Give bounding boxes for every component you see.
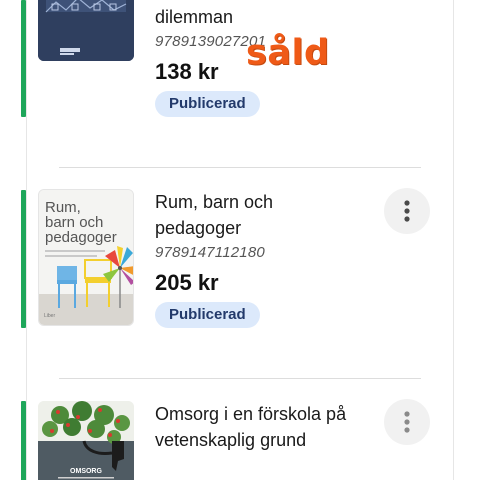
listings-page: dilemman 9789139027201 138 kr Publicerad… [0, 0, 480, 480]
more-options-button[interactable] [384, 188, 430, 234]
listing-title[interactable]: Rum, barn och pedagoger [155, 189, 360, 241]
book-cover-image: Rum, barn och pedagoger Liber [38, 189, 134, 326]
status-badge: Publicerad [155, 91, 260, 117]
listing-divider [59, 378, 421, 379]
cover-title-line-3: pedagoger [45, 229, 117, 246]
book-cover-art: Rum, barn och pedagoger Liber [39, 190, 133, 325]
book-cover-image [38, 0, 134, 61]
svg-text:Liber: Liber [44, 313, 55, 319]
listing-price: 205 kr [155, 270, 219, 295]
listing-title[interactable]: dilemman [155, 4, 360, 30]
sold-stamp: såld [246, 33, 330, 73]
vertical-dots-icon [404, 411, 410, 433]
listing-divider [59, 167, 421, 168]
listing-title[interactable]: Omsorg i en förskola på vetenskaplig gru… [155, 401, 360, 453]
book-cover-image: OMSORG [38, 401, 134, 480]
listing-price: 138 kr [155, 59, 219, 84]
listing-status-accent [21, 190, 26, 328]
cover-title: OMSORG [70, 468, 102, 475]
listing-status-accent [21, 401, 26, 480]
listing-status-accent [21, 0, 26, 117]
vertical-dots-icon [404, 200, 410, 222]
more-options-button[interactable] [384, 399, 430, 445]
listing-isbn: 9789147112180 [155, 244, 265, 261]
card-border-right [453, 0, 454, 480]
status-badge: Publicerad [155, 302, 260, 328]
card-border-left [26, 0, 27, 480]
book-cover-art [38, 0, 134, 61]
book-cover-art: OMSORG [38, 401, 134, 480]
